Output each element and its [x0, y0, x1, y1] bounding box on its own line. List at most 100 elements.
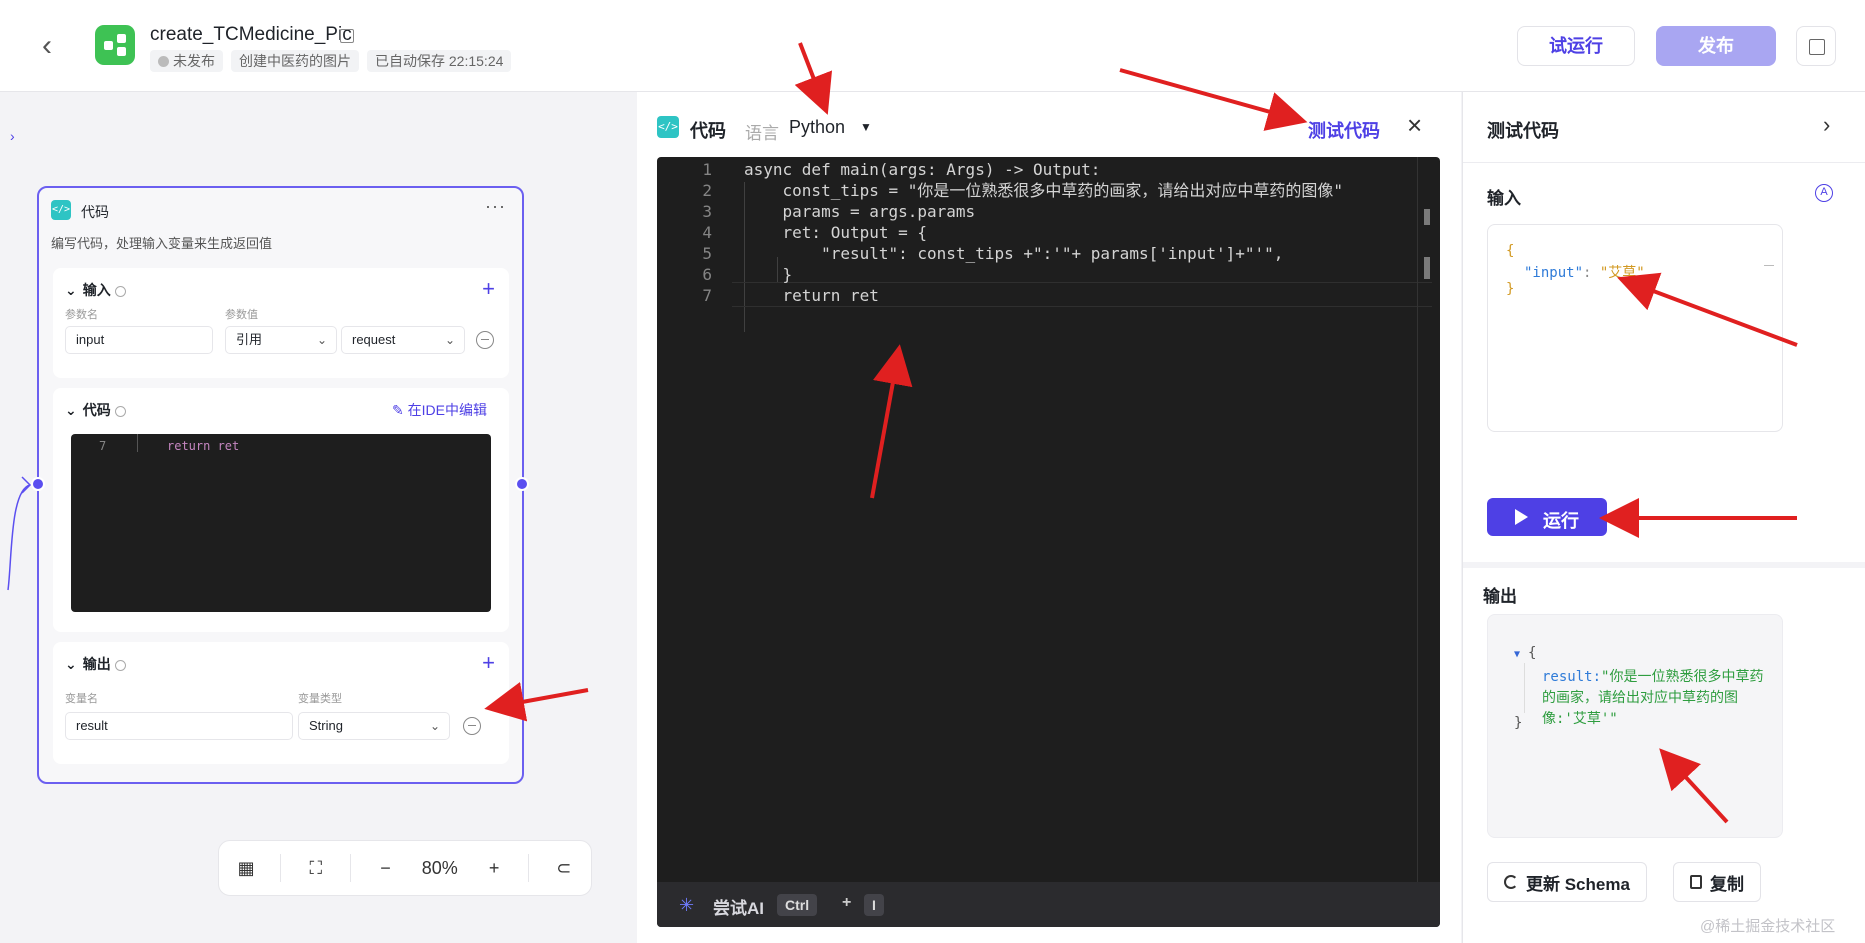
expand-sidebar-icon[interactable]: ›	[10, 128, 24, 146]
node-description: 编写代码，处理输入变量来生成返回值	[51, 236, 273, 251]
scrollbar-marker[interactable]	[1424, 209, 1430, 225]
ref-mode-select[interactable]: 引用 ⌄	[225, 326, 337, 354]
node-output-port[interactable]	[515, 477, 529, 491]
code-line-text: return ret	[744, 286, 879, 305]
update-schema-button[interactable]: 更新 Schema	[1487, 862, 1647, 902]
auto-fill-icon[interactable]: A	[1815, 184, 1833, 202]
output-var-name-input[interactable]: result	[65, 712, 293, 740]
watermark: @稀土掘金技术社区	[1700, 918, 1836, 935]
output-section-title[interactable]: ⌄ 输出	[65, 654, 126, 674]
publish-button[interactable]: 发布	[1656, 26, 1776, 66]
zoom-in-icon[interactable]: +	[474, 858, 514, 879]
code-section: ⌄ 代码 ✎ 在IDE中编辑 7 return ret	[53, 388, 509, 632]
window-toggle-icon[interactable]	[1796, 26, 1836, 66]
remove-input-icon[interactable]	[476, 331, 494, 349]
code-panel-title: 代码	[690, 121, 726, 141]
chevron-down-icon: ⌄	[444, 333, 455, 347]
output-type-select[interactable]: String ⌄	[298, 712, 450, 740]
chevron-down-icon: ⌄	[429, 719, 440, 733]
back-icon[interactable]: ‹	[42, 28, 68, 64]
zoom-level: 80%	[421, 857, 458, 878]
var-name-label: 变量名	[65, 693, 98, 705]
code-panel-icon: </>	[657, 116, 679, 138]
code-editor[interactable]: 1 async def main(args: Args) -> Output: 2…	[657, 157, 1440, 927]
copy-button[interactable]: 复制	[1673, 862, 1761, 902]
zoom-out-icon[interactable]: −	[365, 858, 405, 879]
code-line: 7 return ret	[657, 283, 1427, 308]
input-label: 输入	[1487, 189, 1521, 208]
grid-layout-icon[interactable]: ▦	[226, 858, 266, 879]
editor-ruler	[1417, 157, 1418, 882]
add-input-icon[interactable]: +	[482, 276, 495, 302]
shortcut-i-key: I	[864, 894, 884, 916]
edit-in-ide-link[interactable]: ✎ 在IDE中编辑	[392, 400, 487, 420]
output-label: 输出	[1483, 587, 1517, 606]
copy-icon	[1690, 875, 1702, 889]
more-options-icon[interactable]: ···	[485, 196, 506, 217]
json-entry: "input": "艾草"	[1524, 265, 1645, 281]
collapse-caret-icon[interactable]: ⌄	[65, 402, 77, 419]
fit-view-icon[interactable]: ⛶	[296, 858, 336, 879]
input-json-editor[interactable]: { "input": "艾草" }	[1487, 224, 1783, 432]
caret-down-icon[interactable]: ▼	[860, 120, 872, 134]
info-icon	[114, 285, 126, 297]
input-section-title[interactable]: ⌄ 输入	[65, 280, 126, 300]
test-code-panel: 测试代码 › 输入 A { "input": "艾草" } 运行 输出 ▼ { …	[1462, 92, 1865, 943]
play-icon	[1515, 509, 1528, 525]
language-select[interactable]: Python	[789, 117, 845, 138]
status-row: 未发布 创建中医药的图片 已自动保存 22:15:24	[150, 50, 512, 72]
ai-assistant-bar[interactable]: ✳ 尝试AI Ctrl + I	[657, 882, 1440, 927]
test-panel-title: 测试代码	[1487, 121, 1559, 141]
expand-caret-icon[interactable]: ▼	[1514, 649, 1520, 660]
ref-value-select[interactable]: request ⌄	[341, 326, 465, 354]
info-icon	[114, 405, 126, 417]
run-button[interactable]: 运行	[1487, 498, 1607, 536]
workflow-title: create_TCMedicine_Pic	[150, 24, 352, 45]
collapse-caret-icon[interactable]: ⌄	[65, 656, 77, 673]
edit-icon: ✎	[392, 402, 408, 418]
language-label: 语言	[745, 124, 779, 143]
connector-style-icon[interactable]: ⊂	[544, 858, 584, 879]
scrollbar-marker[interactable]	[1424, 257, 1430, 279]
trial-run-button[interactable]: 试运行	[1517, 26, 1635, 66]
refresh-icon	[1504, 875, 1518, 889]
edit-title-icon[interactable]	[340, 29, 354, 43]
close-icon[interactable]: ×	[1407, 110, 1422, 141]
code-node[interactable]: </> 代码 ··· 编写代码，处理输入变量来生成返回值 ⌄ 输入 + 参数名 参…	[37, 186, 524, 784]
workflow-description: 创建中医药的图片	[231, 50, 359, 72]
collapse-handle-icon[interactable]	[1764, 265, 1774, 266]
node-title: 代码	[81, 204, 109, 220]
add-output-icon[interactable]: +	[482, 650, 495, 676]
autosave-status: 已自动保存 22:15:24	[367, 50, 512, 72]
input-section: ⌄ 输入 + 参数名 参数值 input 引用 ⌄ request ⌄	[53, 268, 509, 378]
shortcut-plus: +	[842, 894, 852, 911]
json-brace: {	[1506, 243, 1515, 259]
output-result-value: result:"你是一位熟悉很多中草药的画家，请给出对应中草药的图像:'艾草'"	[1542, 669, 1764, 727]
code-node-icon: </>	[51, 200, 71, 220]
publish-status-badge: 未发布	[150, 50, 223, 72]
shortcut-ctrl-key: Ctrl	[777, 894, 818, 916]
collapse-panel-icon[interactable]: ›	[1823, 112, 1830, 138]
param-name-label: 参数名	[65, 309, 98, 321]
json-brace: {	[1528, 645, 1537, 661]
code-preview[interactable]: 7 return ret	[71, 434, 491, 612]
try-ai-label[interactable]: 尝试AI	[713, 894, 764, 919]
top-bar: ‹ create_TCMedicine_Pic 未发布 创建中医药的图片 已自动…	[0, 0, 1865, 92]
divider	[350, 854, 352, 882]
divider	[1463, 562, 1865, 568]
canvas-toolbar: ▦ ⛶ − 80% + ⊂	[218, 840, 592, 896]
json-brace: }	[1514, 715, 1523, 731]
test-code-button[interactable]: 测试代码	[1308, 117, 1380, 143]
status-dot-icon	[158, 55, 169, 67]
param-name-input[interactable]: input	[65, 326, 213, 354]
ai-spark-icon: ✳	[679, 895, 695, 915]
output-json-viewer: ▼ { result:"你是一位熟悉很多中草药的画家，请给出对应中草药的图像:'…	[1487, 614, 1783, 838]
indent-guide	[137, 434, 138, 452]
code-section-title[interactable]: ⌄ 代码	[65, 400, 126, 420]
remove-output-icon[interactable]	[463, 717, 481, 735]
param-value-label: 参数值	[225, 309, 258, 321]
node-input-port[interactable]	[31, 477, 45, 491]
preview-line-number: 7	[99, 439, 107, 453]
var-type-label: 变量类型	[298, 693, 342, 705]
collapse-caret-icon[interactable]: ⌄	[65, 282, 77, 299]
